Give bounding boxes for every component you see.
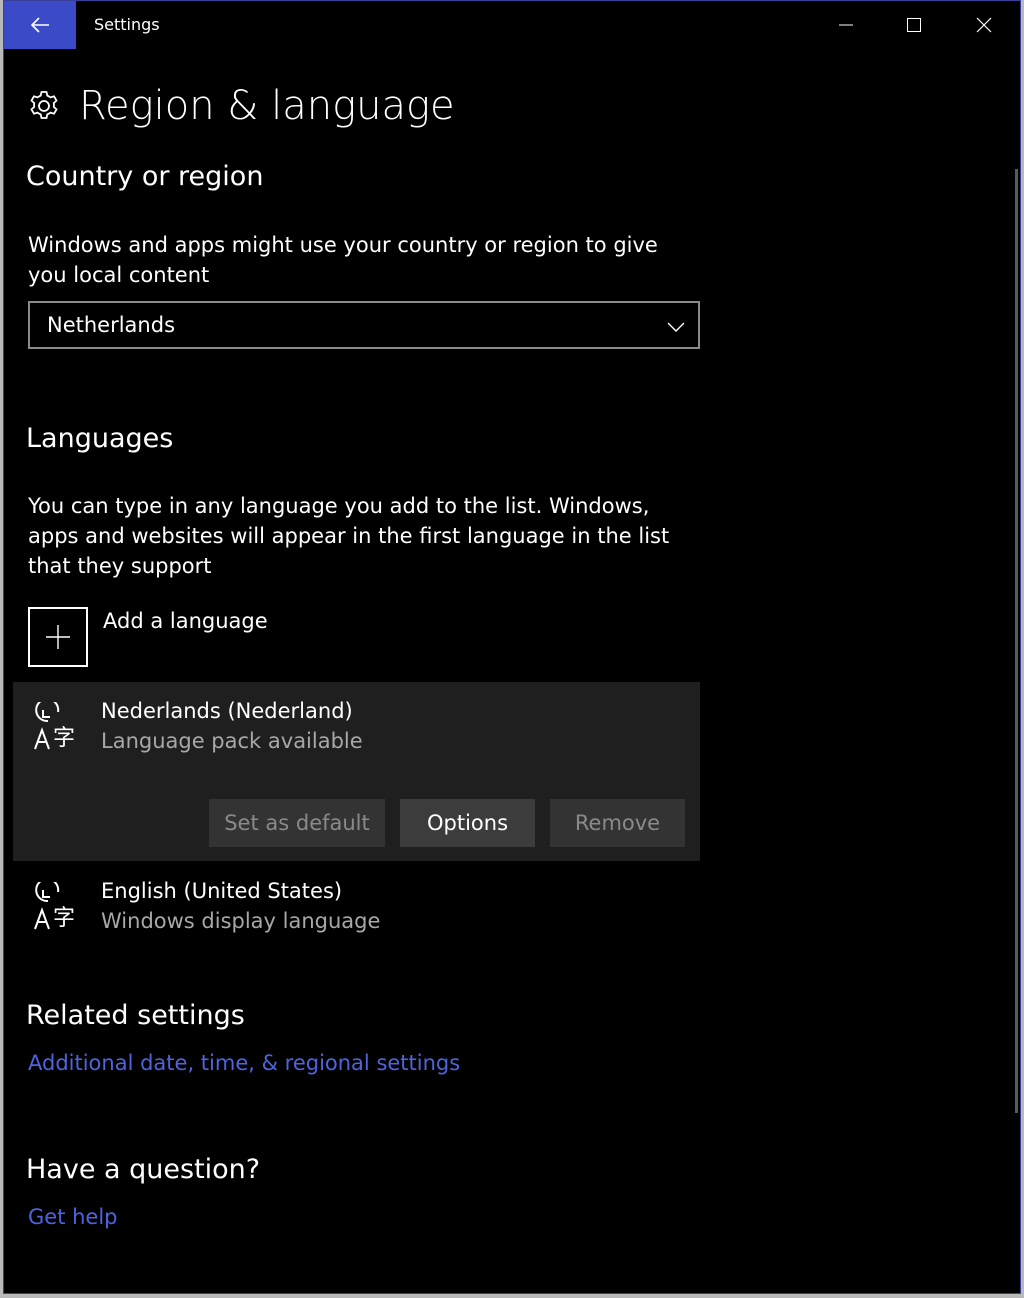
back-button[interactable] xyxy=(4,1,76,49)
language-item-selected[interactable]: 字 Nederlands (Nederland) Language pack a… xyxy=(13,682,700,861)
options-button[interactable]: Options xyxy=(400,799,535,847)
country-dropdown[interactable]: Netherlands xyxy=(28,301,700,349)
plus-icon xyxy=(46,625,70,649)
language-status: Windows display language xyxy=(101,909,381,933)
country-description: Windows and apps might use your country … xyxy=(28,233,658,287)
scrollbar[interactable] xyxy=(1015,169,1018,1113)
get-help-link[interactable]: Get help xyxy=(28,1205,118,1229)
question-heading: Have a question? xyxy=(26,1154,261,1185)
title-bar: Settings xyxy=(4,1,1020,49)
svg-text:字: 字 xyxy=(53,726,75,751)
language-status: Language pack available xyxy=(101,729,363,753)
maximize-icon xyxy=(907,18,921,32)
minimize-button[interactable] xyxy=(812,1,880,49)
country-selected-value: Netherlands xyxy=(47,313,176,337)
page-title: Region & language xyxy=(79,83,455,129)
back-arrow-icon xyxy=(30,17,49,33)
language-name: English (United States) xyxy=(101,879,343,903)
language-icon: 字 xyxy=(34,882,75,931)
minimize-icon xyxy=(839,24,853,26)
close-button[interactable] xyxy=(950,1,1018,49)
language-item[interactable]: 字 English (United States) Windows displa… xyxy=(13,862,700,952)
page-header: Region & language xyxy=(26,83,455,129)
languages-description: You can type in any language you add to … xyxy=(28,494,670,578)
related-settings-heading: Related settings xyxy=(26,1000,245,1031)
language-name: Nederlands (Nederland) xyxy=(101,699,353,723)
gear-icon xyxy=(30,91,58,119)
svg-text:字: 字 xyxy=(53,906,75,931)
languages-heading: Languages xyxy=(26,423,174,454)
country-heading: Country or region xyxy=(26,161,264,192)
window-title: Settings xyxy=(94,15,160,34)
close-icon xyxy=(976,17,992,33)
settings-window: Settings Region & language Country or re… xyxy=(3,0,1021,1294)
add-language-button[interactable]: Add a language xyxy=(28,607,268,667)
add-language-box xyxy=(28,607,88,667)
chevron-down-icon xyxy=(667,322,685,332)
set-as-default-button[interactable]: Set as default xyxy=(209,799,385,847)
add-language-label: Add a language xyxy=(103,609,268,633)
additional-settings-link[interactable]: Additional date, time, & regional settin… xyxy=(28,1051,460,1075)
maximize-button[interactable] xyxy=(880,1,948,49)
language-icon: 字 xyxy=(34,702,75,751)
remove-button[interactable]: Remove xyxy=(550,799,685,847)
